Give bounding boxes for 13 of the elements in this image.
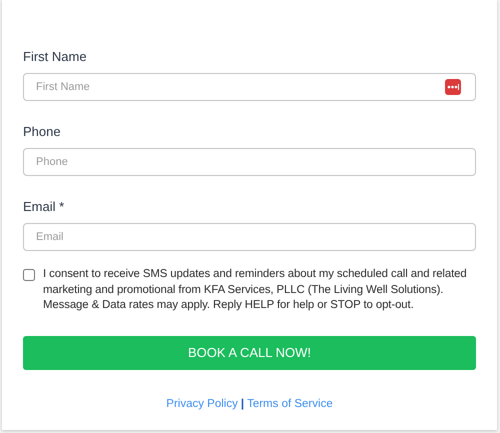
consent-checkbox[interactable] xyxy=(23,269,35,281)
link-separator: | xyxy=(240,396,244,412)
input-field[interactable]: Phone xyxy=(23,148,476,176)
input-field[interactable]: Email xyxy=(23,223,476,251)
input-field[interactable]: First Name xyxy=(23,73,476,101)
field-label: Email * xyxy=(23,198,66,216)
password-manager-icon[interactable] xyxy=(445,79,461,95)
terms-link[interactable]: Terms of Service xyxy=(247,396,333,413)
privacy-policy-link[interactable]: Privacy Policy xyxy=(166,396,238,413)
field-label: First Name xyxy=(23,48,88,66)
field-label: Phone xyxy=(23,123,62,141)
book-call-button[interactable]: BOOK A CALL NOW! xyxy=(23,336,476,370)
consent-text: I consent to receive SMS updates and reminders about my scheduled call and related marketing and promotional from KFA Services, PLLC (The Living Well Solutions). Message & Data rates may apply. Reply HELP for help or STOP to opt-out. xyxy=(43,267,468,313)
